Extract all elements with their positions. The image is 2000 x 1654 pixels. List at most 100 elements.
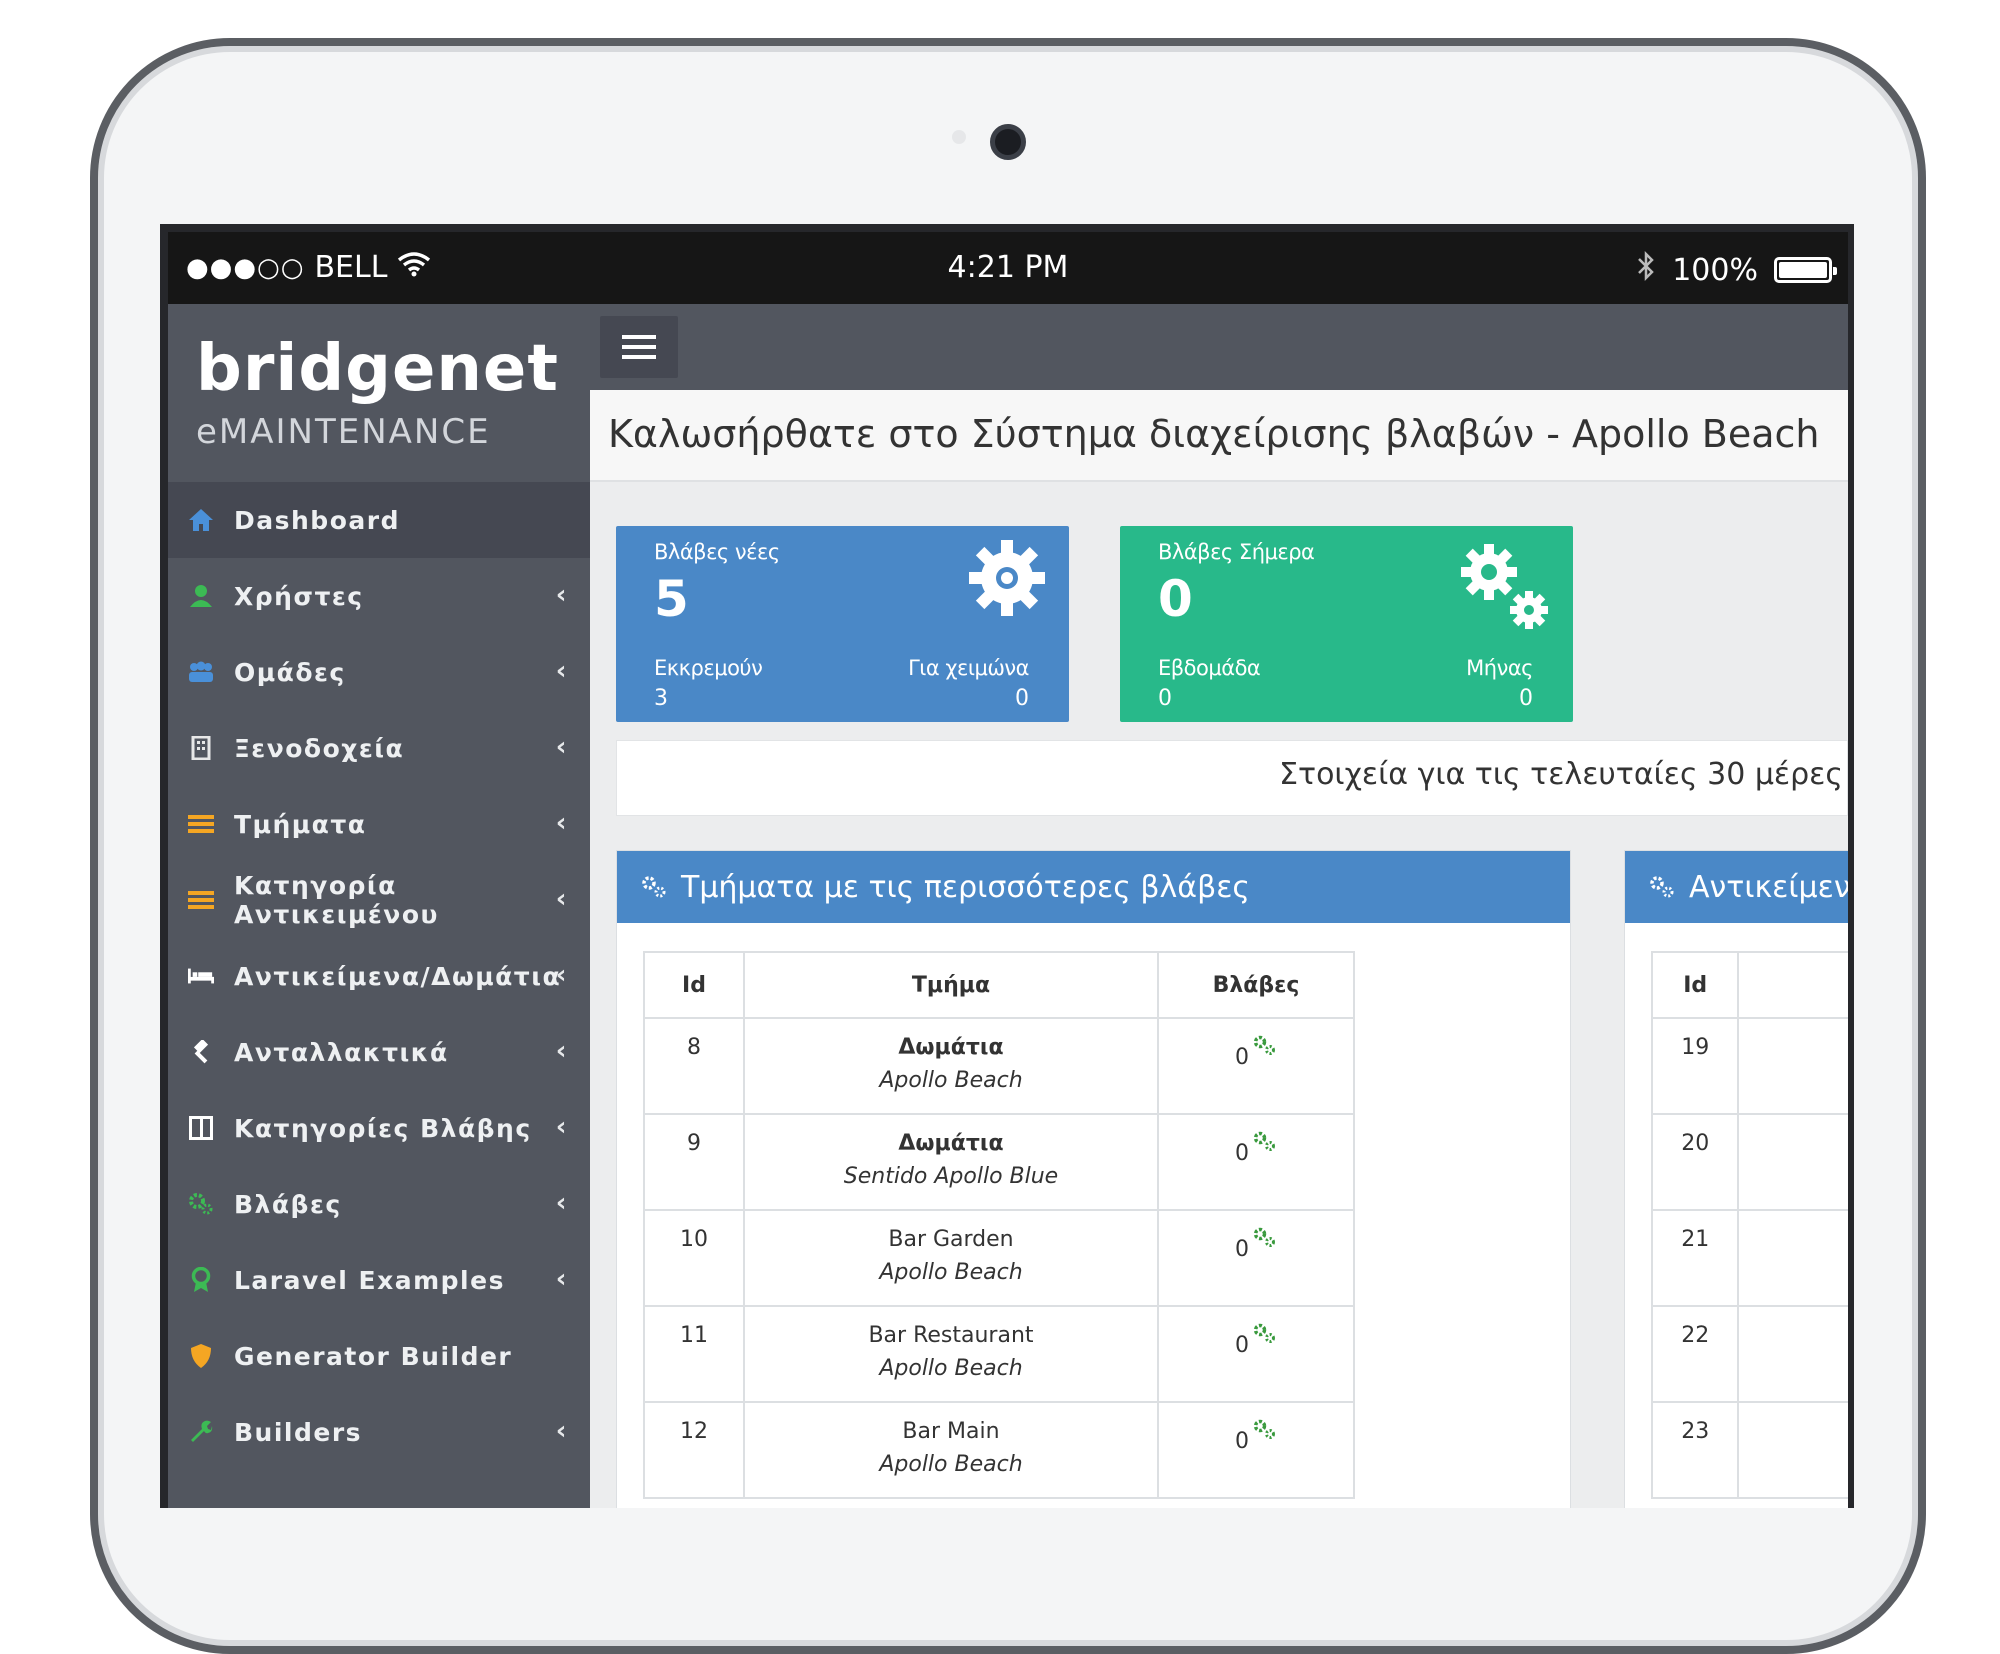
column-header-empty [1737,951,1848,1019]
card-left-label: Εκκρεμούν [654,656,763,680]
row-department: Bar Garden Apollo Beach [743,1209,1159,1307]
sidebar-item-spare-parts[interactable]: Ανταλλακτικά ‹ [168,1014,590,1090]
chevron-left-icon: ‹ [555,656,568,686]
table-row[interactable]: 12 Bar Main Apollo Beach 0 [643,1401,1355,1499]
table-row[interactable]: 10 Bar Garden Apollo Beach 0 [643,1209,1355,1307]
gears-icon [1253,1131,1275,1151]
chevron-left-icon: ‹ [555,960,568,990]
panel-header: Τμήματα με τις περισσότερες βλάβες [617,851,1570,923]
status-bar: ●●●○○ BELL 4:21 PM 100% [168,232,1848,304]
row-department: Δωμάτια Sentido Apollo Blue [743,1113,1159,1211]
sidebar-item-dashboard[interactable]: Dashboard [168,482,590,558]
battery-icon [1774,257,1837,283]
fault-count: 0 [1235,1237,1249,1262]
department-name: Δωμάτια [898,1035,1004,1060]
period-info-bar: Στοιχεία για τις τελευταίες 30 μέρες [616,740,1848,816]
fault-count: 0 [1235,1333,1249,1358]
table-row[interactable]: 20 [1650,1113,1848,1211]
building-icon [188,735,214,761]
row-faults: 0 [1157,1401,1355,1499]
sidebar-item-label: Ομάδες [234,657,346,687]
sidebar-item-label: Generator Builder [234,1341,513,1371]
list-icon [188,811,214,837]
brand-subtitle: eMAINTENANCE [196,412,491,452]
row-faults: 0 [1157,1113,1355,1211]
column-header-id[interactable]: Id [643,951,745,1019]
hotel-name: Sentido Apollo Blue [843,1164,1059,1189]
table-row[interactable]: 23 [1650,1401,1848,1499]
department-name: Bar Main [902,1419,1000,1444]
department-name: Bar Garden [888,1227,1014,1252]
card-value: 0 [1158,570,1193,628]
page-title: Καλωσήρθατε στο Σύστημα διαχείρισης βλαβ… [608,412,1820,456]
gears-icon [1253,1419,1275,1439]
gears-icon [1253,1323,1275,1343]
row-id: 19 [1650,1017,1740,1115]
sidebar-item-label: Τμήματα [234,809,367,839]
sidebar-item-label: Ανταλλακτικά [234,1037,449,1067]
users-icon [188,659,214,685]
sidebar: bridgenet eMAINTENANCE Dashboard Χρήστες… [168,304,590,1508]
menu-toggle-button[interactable] [600,316,678,378]
gears-icon [1649,875,1675,899]
gear-icon [967,538,1047,622]
card-right-value: 0 [1015,686,1029,711]
fault-count: 0 [1235,1045,1249,1070]
card-right-label: Μήνας [1466,656,1533,680]
wrench-icon [188,1419,214,1445]
sidebar-item-objects-rooms[interactable]: Αντικείμενα/Δωμάτια ‹ [168,938,590,1014]
sidebar-item-fault-categories[interactable]: Κατηγορίες Βλάβης ‹ [168,1090,590,1166]
sidebar-item-hotels[interactable]: Ξενοδοχεία ‹ [168,710,590,786]
sidebar-item-label: Κατηγορίες Βλάβης [234,1113,532,1143]
row-id: 12 [643,1401,745,1499]
sidebar-item-label: Βλάβες [234,1189,342,1219]
column-header-department[interactable]: Τμήμα [743,951,1159,1019]
row-id: 8 [643,1017,745,1115]
row-id: 10 [643,1209,745,1307]
objects-table: Id 19 20 21 22 23 [1650,951,1848,1499]
sidebar-item-object-category[interactable]: Κατηγορία Αντικειμένου ‹ [168,862,590,938]
user-icon [188,583,214,609]
gavel-icon [188,1039,214,1065]
department-name: Bar Restaurant [868,1323,1034,1348]
brand-logo[interactable]: bridgenet [196,332,559,406]
sidebar-item-groups[interactable]: Ομάδες ‹ [168,634,590,710]
fault-count: 0 [1235,1141,1249,1166]
sidebar-item-label: Χρήστες [234,581,364,611]
award-icon [188,1267,214,1293]
list-icon [188,887,214,913]
panel-title: Αντικείμενα [1689,869,1854,905]
gears-icon [188,1191,214,1217]
hotel-name: Apollo Beach [879,1260,1023,1285]
sidebar-item-users[interactable]: Χρήστες ‹ [168,558,590,634]
table-row[interactable]: 8 Δωμάτια Apollo Beach 0 [643,1017,1355,1115]
bed-icon [188,963,214,989]
card-right-value: 0 [1519,686,1533,711]
table-header-row: Id [1650,951,1848,1019]
sidebar-item-laravel-examples[interactable]: Laravel Examples ‹ [168,1242,590,1318]
today-faults-card[interactable]: Βλάβες Σήμερα 0 Εβδομάδα 0 Μήνας 0 [1120,526,1573,722]
table-row[interactable]: 21 [1650,1209,1848,1307]
chevron-left-icon: ‹ [555,580,568,610]
new-faults-card[interactable]: Βλάβες νέες 5 Εκκρεμούν 3 Για χειμώνα 0 [616,526,1069,722]
row-id: 23 [1650,1401,1740,1499]
row-faults: 0 [1157,1209,1355,1307]
table-row[interactable]: 11 Bar Restaurant Apollo Beach 0 [643,1305,1355,1403]
front-camera [990,124,1026,160]
panel-header: Αντικείμενα [1625,851,1854,923]
hamburger-icon [622,335,656,339]
table-row[interactable]: 19 [1650,1017,1848,1115]
table-row[interactable]: 22 [1650,1305,1848,1403]
column-header-faults[interactable]: Βλάβες [1157,951,1355,1019]
hotel-name: Apollo Beach [879,1452,1023,1477]
row-faults: 0 [1157,1305,1355,1403]
sidebar-item-departments[interactable]: Τμήματα ‹ [168,786,590,862]
fault-count: 0 [1235,1429,1249,1454]
row-department: Bar Restaurant Apollo Beach [743,1305,1159,1403]
brand: bridgenet eMAINTENANCE [168,304,590,482]
sidebar-item-generator-builder[interactable]: Generator Builder [168,1318,590,1394]
sidebar-item-faults[interactable]: Βλάβες ‹ [168,1166,590,1242]
sidebar-item-builders[interactable]: Builders ‹ [168,1394,590,1470]
table-row[interactable]: 9 Δωμάτια Sentido Apollo Blue 0 [643,1113,1355,1211]
column-header-id[interactable]: Id [1650,951,1740,1019]
